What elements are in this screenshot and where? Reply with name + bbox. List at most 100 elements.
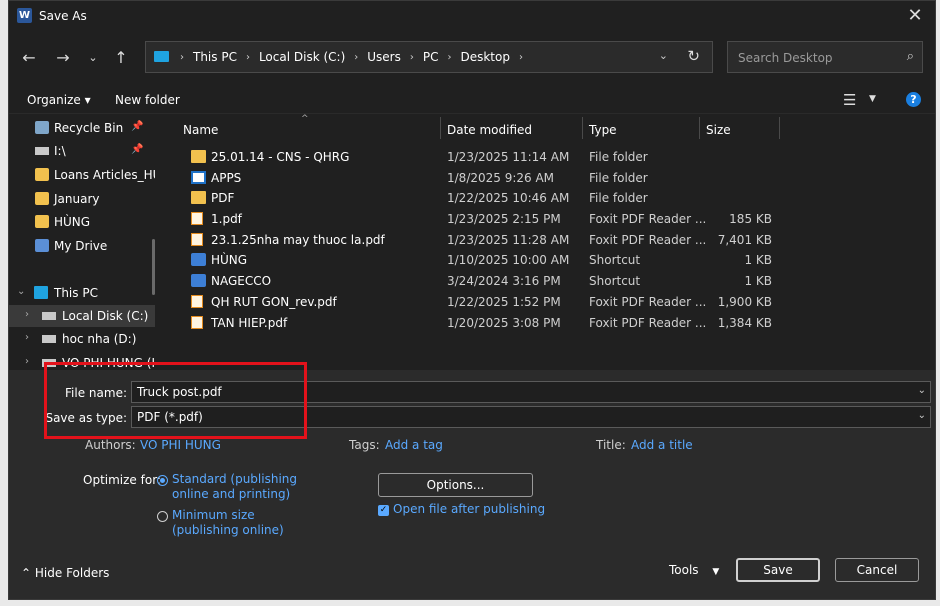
file-row[interactable]: 23.1.25nha may thuoc la.pdf 1/23/2025 11…: [175, 230, 795, 250]
file-name: TAN HIEP.pdf: [211, 316, 288, 330]
sidebar-item-label: I:\: [54, 144, 66, 158]
breadcrumb-this-pc[interactable]: This PC: [190, 50, 240, 64]
cancel-button[interactable]: Cancel: [835, 558, 919, 582]
column-header-size[interactable]: Size: [706, 123, 731, 137]
file-row[interactable]: 1.pdf 1/23/2025 2:15 PM Foxit PDF Reader…: [175, 209, 795, 229]
file-name-label: File name:: [65, 386, 127, 400]
folder-icon: [191, 150, 206, 163]
back-arrow-icon[interactable]: ←: [17, 47, 41, 69]
chevron-right-icon[interactable]: ›: [348, 52, 364, 63]
file-row[interactable]: QH RUT GON_rev.pdf 1/22/2025 1:52 PM Fox…: [175, 292, 795, 312]
chevron-right-icon[interactable]: ›: [25, 309, 29, 320]
close-icon[interactable]: ✕: [903, 5, 927, 27]
sidebar-item-label: hoc nha (D:): [62, 332, 137, 346]
sidebar-item-label: This PC: [54, 286, 98, 300]
title-value[interactable]: Add a title: [631, 438, 693, 452]
column-header-name[interactable]: Name: [183, 123, 218, 137]
options-button[interactable]: Options...: [378, 473, 533, 497]
file-name: 23.1.25nha may thuoc la.pdf: [211, 233, 385, 247]
authors-label: Authors:: [85, 438, 136, 452]
file-row[interactable]: TAN HIEP.pdf 1/20/2025 3:08 PM Foxit PDF…: [175, 313, 795, 333]
open-after-publishing-label[interactable]: Open file after publishing: [393, 502, 545, 517]
file-date: 1/23/2025 2:15 PM: [447, 212, 561, 226]
sidebar-item-hung[interactable]: HÙNG: [9, 211, 155, 233]
file-name-field[interactable]: Truck post.pdf ⌄: [131, 381, 931, 403]
up-arrow-icon[interactable]: ↑: [109, 47, 133, 69]
file-row[interactable]: PDF 1/22/2025 10:46 AM File folder: [175, 188, 795, 208]
sidebar-item-i-drive[interactable]: I:\ 📌: [9, 140, 155, 162]
file-type: Foxit PDF Reader ...: [589, 233, 707, 247]
search-icon[interactable]: ⌕: [907, 49, 914, 64]
recycle-bin-icon: [35, 121, 49, 134]
navigation-scrollbar[interactable]: [152, 239, 155, 295]
organize-button[interactable]: Organize ▾: [27, 93, 91, 107]
chevron-right-icon[interactable]: ›: [174, 52, 190, 63]
view-dropdown-icon[interactable]: ▼: [869, 94, 876, 104]
file-row[interactable]: HÙNG 1/10/2025 10:00 AM Shortcut 1 KB: [175, 250, 795, 270]
recent-locations-chevron-icon[interactable]: ⌄: [81, 47, 105, 69]
new-folder-button[interactable]: New folder: [115, 93, 180, 107]
file-type: Shortcut: [589, 253, 641, 267]
file-size: 7,401 KB: [717, 233, 772, 247]
sidebar-item-label: Recycle Bin: [54, 121, 124, 135]
sidebar-item-recycle-bin[interactable]: Recycle Bin 📌: [9, 117, 155, 139]
breadcrumb-desktop[interactable]: Desktop: [457, 50, 513, 64]
chevron-right-icon[interactable]: ›: [25, 356, 29, 367]
optimize-standard-line1: Standard (publishing: [172, 472, 298, 486]
sidebar-item-vo-phi-hung[interactable]: › VO PHI HUNG (I: [9, 352, 155, 369]
refresh-icon[interactable]: ↻: [687, 47, 700, 65]
forward-arrow-icon[interactable]: →: [51, 47, 75, 69]
save-as-type-select[interactable]: PDF (*.pdf) ⌄: [131, 406, 931, 428]
tools-button[interactable]: Tools ▼: [669, 563, 719, 577]
file-row[interactable]: APPS 1/8/2025 9:26 AM File folder: [175, 168, 795, 188]
chevron-right-icon[interactable]: ›: [513, 52, 529, 63]
tags-value[interactable]: Add a tag: [385, 438, 443, 452]
sidebar-item-january[interactable]: January: [9, 188, 155, 210]
breadcrumb-users[interactable]: Users: [364, 50, 404, 64]
optimize-minimum-radio[interactable]: [157, 511, 168, 522]
sidebar-item-loans-articles[interactable]: Loans Articles_HU: [9, 164, 155, 186]
chevron-right-icon[interactable]: ›: [441, 52, 457, 63]
chevron-down-icon[interactable]: ⌄: [918, 385, 926, 396]
address-dropdown-icon[interactable]: ⌄: [659, 49, 668, 62]
column-header-type[interactable]: Type: [589, 123, 617, 137]
optimize-standard-radio[interactable]: [157, 475, 168, 486]
breadcrumb: › This PC › Local Disk (C:) › Users › PC…: [174, 50, 529, 64]
chevron-down-icon[interactable]: ⌄: [17, 286, 25, 297]
sidebar-item-label: Local Disk (C:): [62, 309, 149, 323]
chevron-right-icon[interactable]: ›: [240, 52, 256, 63]
search-input[interactable]: [736, 48, 900, 68]
file-size: 185 KB: [729, 212, 772, 226]
search-box[interactable]: ⌕: [727, 41, 923, 73]
file-row[interactable]: NAGECCO 3/24/2024 3:16 PM Shortcut 1 KB: [175, 271, 795, 291]
file-row[interactable]: 25.01.14 - CNS - QHRG 1/23/2025 11:14 AM…: [175, 147, 795, 167]
save-button[interactable]: Save: [736, 558, 820, 582]
help-icon[interactable]: ?: [906, 92, 921, 107]
breadcrumb-local-disk[interactable]: Local Disk (C:): [256, 50, 348, 64]
tags-label: Tags:: [349, 438, 380, 452]
open-after-publishing-checkbox[interactable]: ✓: [378, 505, 389, 516]
file-name-value: Truck post.pdf: [137, 385, 222, 399]
sidebar-item-this-pc[interactable]: ⌄ This PC: [9, 282, 155, 304]
authors-value[interactable]: VO PHI HUNG: [140, 438, 221, 452]
file-size: 1 KB: [744, 253, 772, 267]
pdf-icon: [191, 316, 203, 329]
chevron-down-icon[interactable]: ⌄: [918, 410, 926, 421]
sidebar-item-hoc-nha-d[interactable]: › hoc nha (D:): [9, 328, 155, 350]
breadcrumb-pc[interactable]: PC: [420, 50, 442, 64]
save-as-dialog: W Save As ✕ ← → ⌄ ↑ › This PC › Local Di…: [8, 0, 936, 600]
disk-icon: [42, 335, 56, 343]
file-name: NAGECCO: [211, 274, 272, 288]
address-bar[interactable]: › This PC › Local Disk (C:) › Users › PC…: [145, 41, 713, 73]
sidebar-item-local-disk-c[interactable]: › Local Disk (C:): [9, 305, 155, 327]
optimize-minimum-label[interactable]: Minimum size (publishing online): [172, 508, 284, 538]
chevron-right-icon[interactable]: ›: [25, 332, 29, 343]
hide-folders-button[interactable]: ⌃ Hide Folders: [21, 566, 109, 580]
column-header-date[interactable]: Date modified: [447, 123, 532, 137]
folder-icon: [191, 191, 206, 204]
sidebar-item-my-drive[interactable]: My Drive: [9, 235, 155, 257]
optimize-standard-label[interactable]: Standard (publishing online and printing…: [172, 472, 297, 502]
file-type: File folder: [589, 191, 648, 205]
view-options-icon[interactable]: ☰: [843, 91, 856, 109]
chevron-right-icon[interactable]: ›: [404, 52, 420, 63]
